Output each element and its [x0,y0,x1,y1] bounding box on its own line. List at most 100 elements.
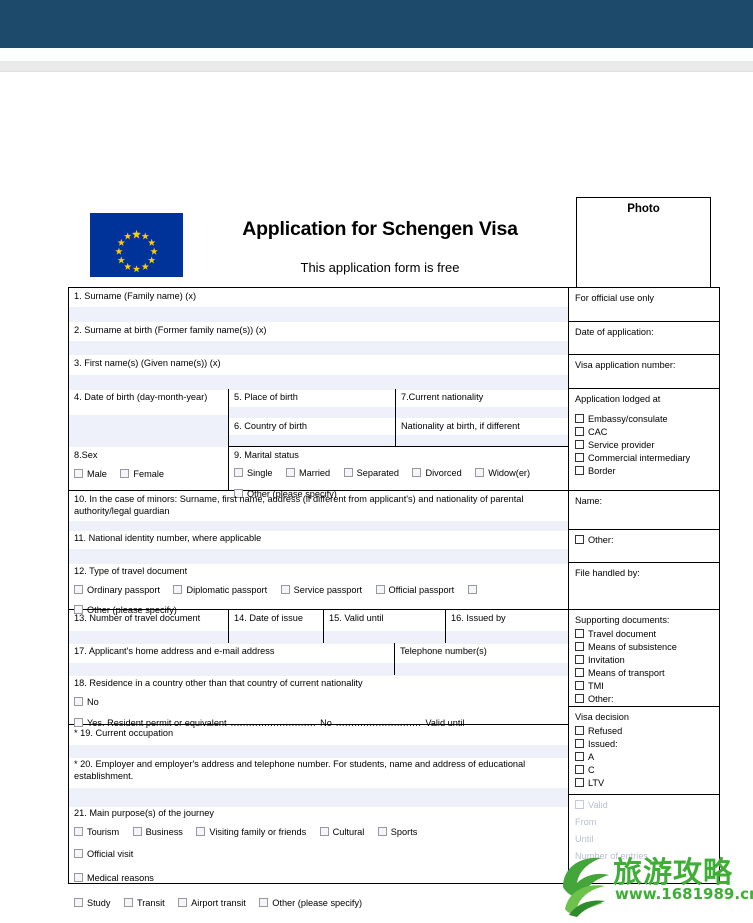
checkbox-marital-divorced[interactable]: Divorced [412,467,462,478]
residence-permit-no-label: No [320,717,332,728]
field-employer[interactable]: * 20. Employer and employer's address an… [69,756,568,807]
field-surname-at-birth-input[interactable] [69,340,568,355]
checkbox-purpose-medical[interactable]: Medical reasons [74,872,154,883]
field-travel-doc-number-input[interactable] [69,630,228,644]
official-date-block[interactable]: Date of application: [569,322,719,355]
checkbox-official-other[interactable]: Other: [575,534,714,547]
checkbox-doc-tmi[interactable]: TMI [575,680,714,693]
checkbox-decision-ltv[interactable]: LTV [575,777,714,790]
checkbox-lodged-border[interactable]: Border [575,465,714,478]
field-nationality-at-birth-input[interactable] [396,435,568,446]
field-first-names-input[interactable] [69,374,568,390]
field-valid-until-label: 15. Valid until [329,613,384,623]
checkbox-decision-c[interactable]: C [575,764,714,777]
checkbox-icon [377,826,387,836]
field-place-of-birth-input[interactable] [229,406,395,418]
checkbox-lodged-embassy[interactable]: Embassy/consulate [575,413,714,426]
checkbox-marital-single[interactable]: Single [234,467,273,478]
field-home-address-input[interactable] [69,662,394,676]
checkbox-marital-widow[interactable]: Widow(er) [475,467,530,478]
field-current-nationality-input[interactable] [396,406,568,418]
checkbox-purpose-official-visit[interactable]: Official visit [74,848,133,859]
checkbox-service-passport[interactable]: Service passport [280,584,362,595]
checkbox-residence-no[interactable]: No [74,696,99,707]
field-date-of-issue-input[interactable] [229,630,323,644]
residence-permit-dots-1[interactable]: ............................ [231,718,316,728]
official-name-block[interactable]: Name: [569,491,719,530]
checkbox-marital-married-label: Married [299,467,331,478]
checkbox-purpose-business[interactable]: Business [132,826,183,837]
field-telephone-input[interactable] [395,662,568,676]
field-issued-by[interactable]: 16. Issued by [446,610,568,644]
checkbox-sex-female[interactable]: Female [120,468,164,479]
field-nationality[interactable]: 7.Current nationality Nationality at bir… [396,389,568,446]
checkbox-marital-separated[interactable]: Separated [343,467,399,478]
official-heading: For official use only [575,293,654,303]
field-valid-until[interactable]: 15. Valid until [324,610,446,644]
checkbox-purpose-study[interactable]: Study [74,897,111,908]
checkbox-purpose-sports[interactable]: Sports [377,826,417,837]
checkbox-residence-yes[interactable]: Yes. Resident permit or equivalent [74,717,227,728]
checkbox-purpose-visiting[interactable]: Visiting family or friends [196,826,306,837]
checkbox-lodged-embassy-label: Embassy/consulate [588,413,668,424]
field-travel-doc-number[interactable]: 13. Number of travel document [69,610,229,644]
field-date-of-birth[interactable]: 4. Date of birth (day-month-year) [69,389,229,447]
field-surname-input[interactable] [69,306,568,322]
browser-header-bar [0,0,753,48]
checkbox-purpose-cultural[interactable]: Cultural [319,826,365,837]
checkbox-icon [575,641,584,651]
checkbox-lodged-commercial[interactable]: Commercial intermediary [575,452,714,465]
official-visa-number-block[interactable]: Visa application number: [569,355,719,389]
checkbox-sex-male[interactable]: Male [74,468,107,479]
checkbox-lodged-cac[interactable]: CAC [575,426,714,439]
checkbox-decision-valid[interactable]: Valid [575,799,714,812]
field-first-names[interactable]: 3. First name(s) (Given name(s)) (x) [69,355,568,390]
checkbox-lodged-service-provider[interactable]: Service provider [575,439,714,452]
checkbox-icon [74,826,83,836]
checkbox-marital-married[interactable]: Married [286,467,331,478]
field-issued-by-input[interactable] [446,630,568,644]
field-national-id-input[interactable] [69,548,568,564]
checkbox-doc-travel-document[interactable]: Travel document [575,628,714,641]
checkbox-icon [575,751,584,761]
checkbox-travel-doc-extra[interactable] [467,584,481,595]
field-telephone[interactable]: Telephone number(s) [395,643,568,676]
field-country-of-birth-input[interactable] [229,435,395,446]
checkbox-purpose-airport-transit[interactable]: Airport transit [178,897,246,908]
field-surname-at-birth[interactable]: 2. Surname at birth (Former family name(… [69,322,568,355]
checkbox-decision-a[interactable]: A [575,751,714,764]
checkbox-official-passport[interactable]: Official passport [375,584,454,595]
field-surname[interactable]: 1. Surname (Family name) (x) [69,288,568,322]
field-place-country-birth[interactable]: 5. Place of birth 6. Country of birth [229,389,396,446]
document-page: Application for Schengen Visa This appli… [0,72,753,917]
field-national-id[interactable]: 11. National identity number, where appl… [69,530,568,564]
checkbox-ordinary-passport[interactable]: Ordinary passport [74,584,160,595]
checkbox-diplomatic-passport[interactable]: Diplomatic passport [173,584,267,595]
field-date-of-issue[interactable]: 14. Date of issue [229,610,324,644]
checkbox-doc-other[interactable]: Other: [575,693,714,706]
official-file-handled-block[interactable]: File handled by: [569,563,719,610]
field-minors[interactable]: 10. In the case of minors: Surname, firs… [69,491,568,531]
field-current-nationality-label: 7.Current nationality [401,392,484,402]
residence-permit-dots-2[interactable]: ............................ [336,718,421,728]
checkbox-icon [575,654,584,664]
checkbox-marital-single-label: Single [247,467,273,478]
checkbox-decision-issued[interactable]: Issued: [575,738,714,751]
checkbox-decision-refused[interactable]: Refused [575,725,714,738]
checkbox-purpose-tourism[interactable]: Tourism [74,826,119,837]
document-header: Application for Schengen Visa This appli… [0,100,753,302]
field-telephone-label: Telephone number(s) [400,646,487,656]
checkbox-icon [259,897,269,907]
checkbox-purpose-transit[interactable]: Transit [123,897,165,908]
field-home-address[interactable]: 17. Applicant's home address and e-mail … [69,643,395,676]
checkbox-official-other-label: Other: [588,535,614,545]
field-valid-until-input[interactable] [324,630,445,644]
checkbox-doc-invitation[interactable]: Invitation [575,654,714,667]
checkbox-doc-subsistence[interactable]: Means of subsistence [575,641,714,654]
checkbox-doc-transport[interactable]: Means of transport [575,667,714,680]
field-sex-label: 8.Sex [74,450,98,460]
field-date-of-birth-input[interactable] [69,414,228,447]
checkbox-purpose-cultural-label: Cultural [332,826,365,837]
checkbox-icon [178,897,188,907]
checkbox-purpose-other[interactable]: Other (please specify) [259,897,362,908]
